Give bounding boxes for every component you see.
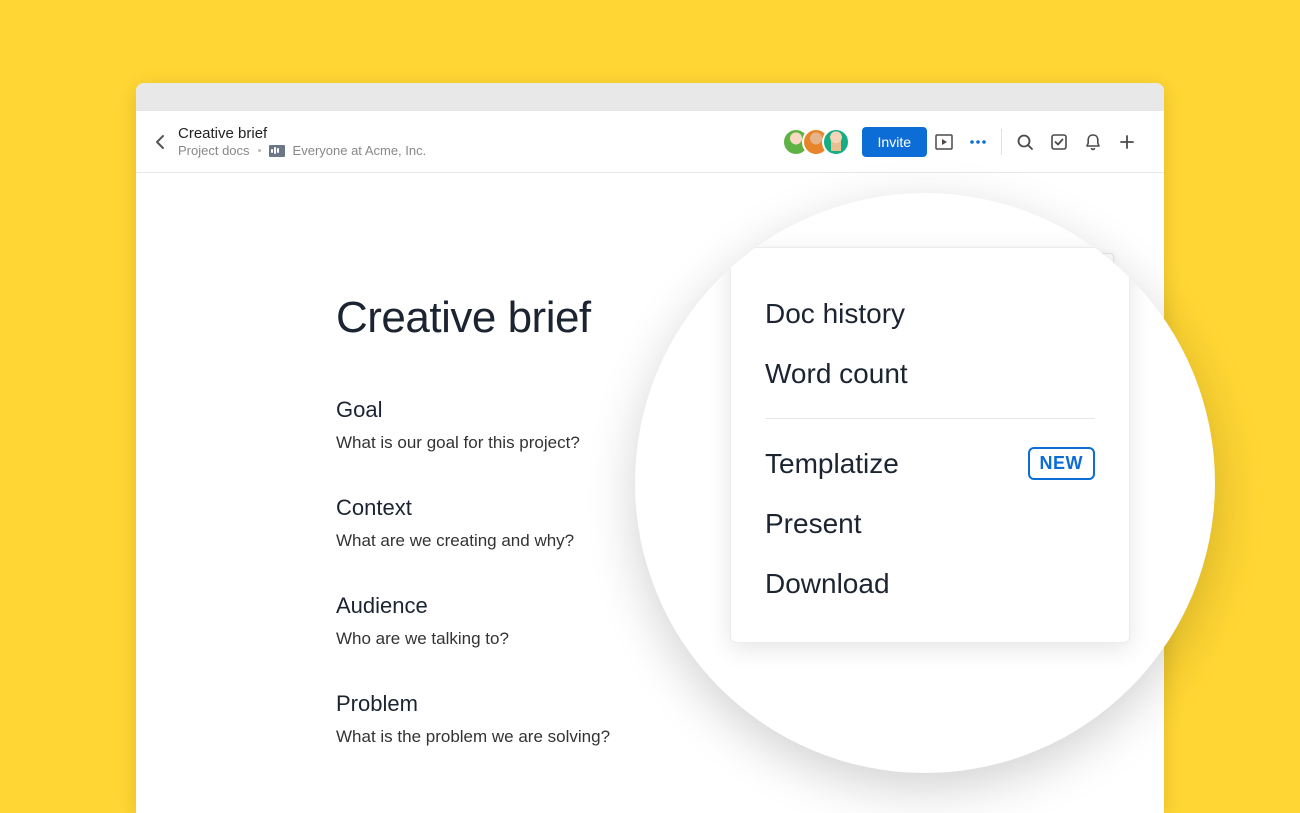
breadcrumb: Project docs Everyone at Acme, Inc.	[178, 143, 426, 158]
chevron-left-icon	[155, 134, 165, 150]
org-icon	[269, 145, 285, 157]
tasks-button[interactable]	[1042, 125, 1076, 159]
menu-item-doc-history[interactable]: Doc history	[731, 284, 1129, 344]
more-menu-button[interactable]	[961, 125, 995, 159]
ellipsis-icon	[968, 132, 988, 152]
back-button[interactable]	[146, 128, 174, 156]
plus-icon	[1118, 133, 1136, 151]
menu-item-label: Word count	[765, 358, 908, 390]
new-button[interactable]	[1110, 125, 1144, 159]
search-button[interactable]	[1008, 125, 1042, 159]
bell-icon	[1084, 133, 1102, 151]
breadcrumb-parent[interactable]: Project docs	[178, 143, 250, 158]
menu-item-label: Templatize	[765, 448, 899, 480]
breadcrumb-scope[interactable]: Everyone at Acme, Inc.	[293, 143, 427, 158]
notifications-button[interactable]	[1076, 125, 1110, 159]
menu-divider	[765, 418, 1095, 419]
breadcrumb-separator	[258, 149, 261, 152]
title-block: Creative brief Project docs Everyone at …	[178, 125, 426, 158]
menu-item-templatize[interactable]: Templatize NEW	[731, 433, 1129, 494]
menu-item-word-count[interactable]: Word count	[731, 344, 1129, 404]
window-titlebar	[136, 83, 1164, 111]
header-bar: Creative brief Project docs Everyone at …	[136, 111, 1164, 173]
menu-item-download[interactable]: Download	[731, 554, 1129, 614]
new-badge: NEW	[1028, 447, 1096, 480]
checkbox-icon	[1050, 133, 1068, 151]
invite-button[interactable]: Invite	[862, 127, 927, 157]
zoom-lens: Doc history Word count Templatize NEW Pr…	[635, 193, 1215, 773]
present-icon	[935, 133, 953, 151]
menu-item-label: Download	[765, 568, 890, 600]
document-title: Creative brief	[178, 125, 426, 142]
avatar[interactable]	[822, 128, 850, 156]
search-icon	[1016, 133, 1034, 151]
menu-item-label: Doc history	[765, 298, 905, 330]
divider	[1001, 129, 1002, 155]
presence-avatars[interactable]	[782, 128, 850, 156]
present-button[interactable]	[927, 125, 961, 159]
menu-item-label: Present	[765, 508, 862, 540]
more-menu-zoomed: Doc history Word count Templatize NEW Pr…	[730, 247, 1130, 643]
menu-item-present[interactable]: Present	[731, 494, 1129, 554]
